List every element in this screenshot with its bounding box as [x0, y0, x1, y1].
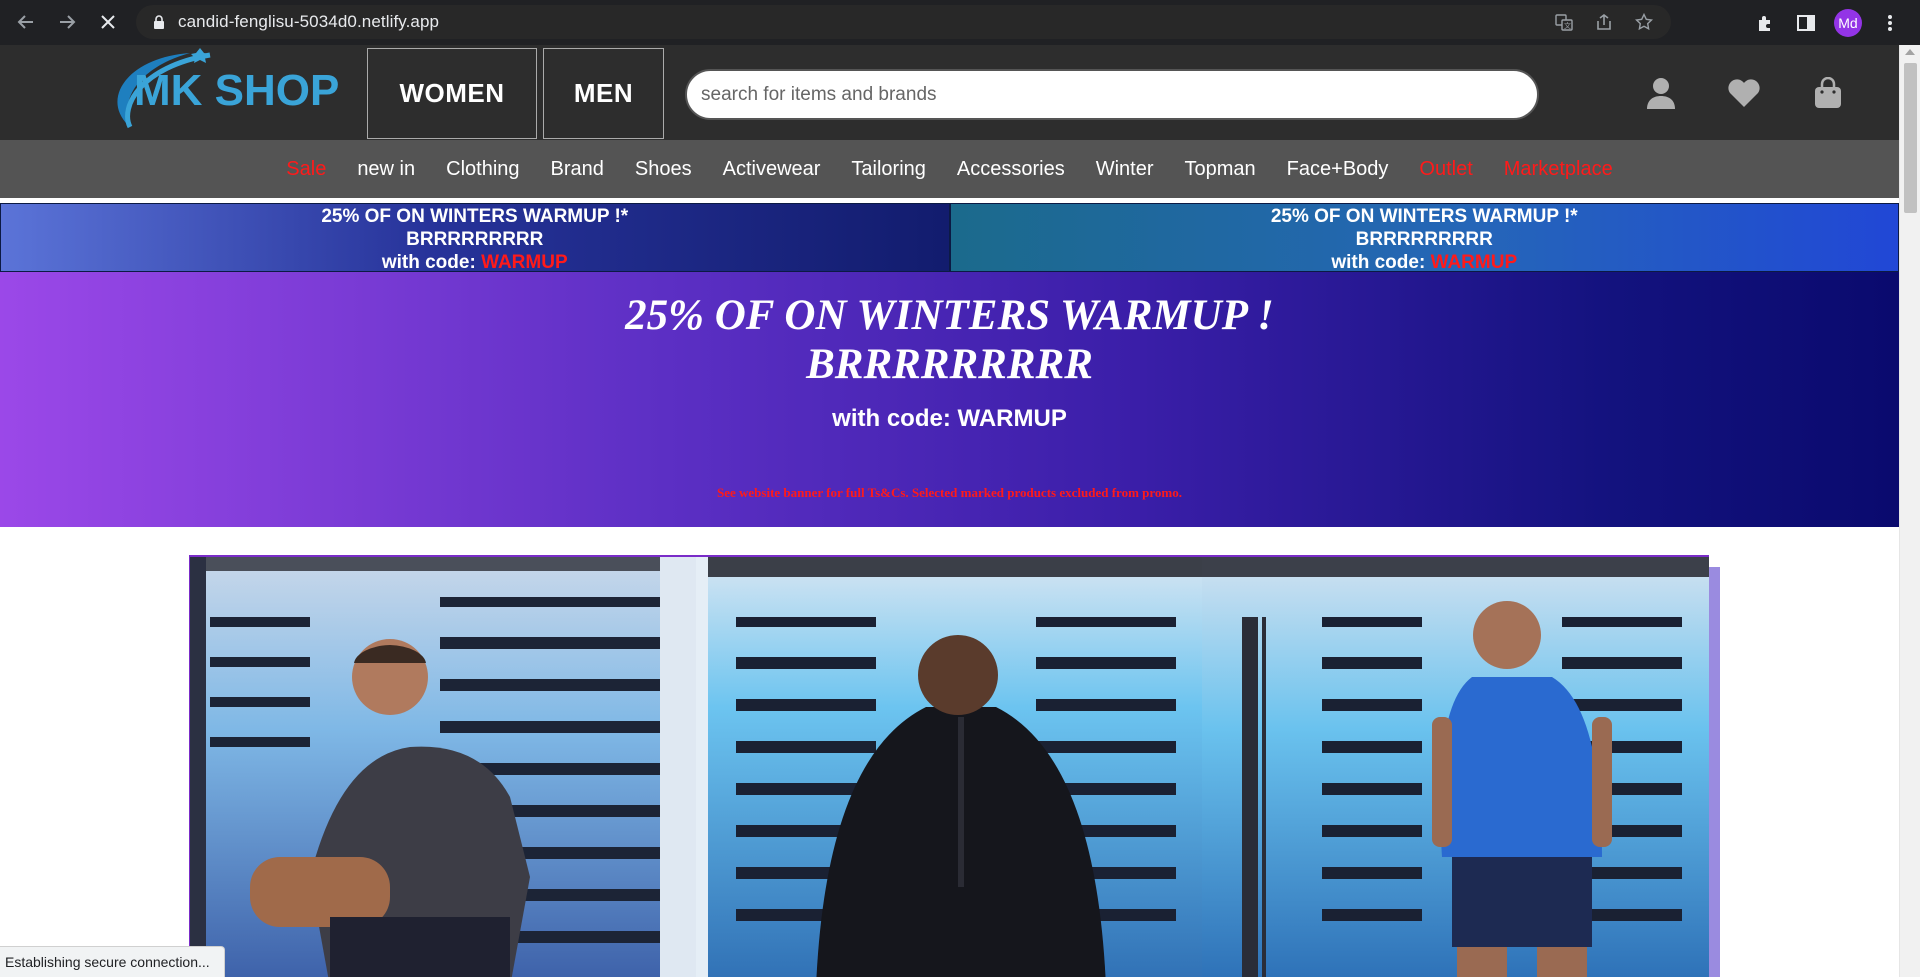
- web-page: MK SHOP WOMEN MEN Sale new in Clothing B…: [0, 45, 1899, 977]
- promo-line1: 25% OF ON WINTERS WARMUP !*: [321, 206, 629, 227]
- nav-item-accessories[interactable]: Accessories: [957, 158, 1065, 181]
- banner-title-line2: BRRRRRRRRR: [806, 341, 1093, 388]
- translate-icon[interactable]: 文: [1553, 11, 1575, 33]
- promo-line2: BRRRRRRRRR: [1355, 229, 1493, 250]
- mk-shop-logo-icon: MK SHOP: [117, 48, 339, 129]
- share-icon[interactable]: [1593, 11, 1615, 33]
- nav-item-marketplace[interactable]: Marketplace: [1504, 158, 1613, 181]
- account-icon[interactable]: [1641, 73, 1681, 113]
- wishlist-heart-icon[interactable]: [1724, 73, 1764, 113]
- page-viewport: MK SHOP WOMEN MEN Sale new in Clothing B…: [0, 45, 1920, 977]
- promo-code: WARMUP: [481, 252, 568, 273]
- nav-item-topman[interactable]: Topman: [1185, 158, 1256, 181]
- nav-item-face-body[interactable]: Face+Body: [1287, 158, 1389, 181]
- lock-icon: [152, 15, 166, 29]
- address-bar[interactable]: candid-fenglisu-5034d0.netlify.app 文: [136, 5, 1671, 39]
- promo-code-line: with code: WARMUP: [951, 251, 1899, 274]
- browser-toolbar: candid-fenglisu-5034d0.netlify.app 文 Md: [0, 0, 1920, 45]
- hero-photo-3: [1202, 557, 1709, 977]
- scroll-up-arrow-icon[interactable]: [1905, 49, 1915, 55]
- nav-item-new-in[interactable]: new in: [357, 158, 415, 181]
- logo-text: MK SHOP: [134, 66, 339, 115]
- side-panel-icon[interactable]: [1794, 11, 1818, 35]
- search-input[interactable]: [685, 69, 1539, 120]
- promo-code: WARMUP: [1430, 252, 1518, 273]
- nav-item-shoes[interactable]: Shoes: [635, 158, 692, 181]
- promo-banner-right[interactable]: 25% OF ON WINTERS WARMUP !* BRRRRRRRRR w…: [949, 203, 1899, 274]
- men-button[interactable]: MEN: [543, 48, 664, 139]
- promo-code-line: with code: WARMUP: [1, 251, 949, 274]
- banner-code-line: with code: WARMUP: [832, 405, 1067, 432]
- back-button[interactable]: [6, 2, 46, 42]
- status-bubble: Establishing secure connection...: [0, 946, 225, 977]
- shopping-bag-icon[interactable]: [1808, 73, 1848, 113]
- nav-item-activewear[interactable]: Activewear: [723, 158, 821, 181]
- profile-avatar[interactable]: Md: [1834, 8, 1862, 37]
- promo-line2: BRRRRRRRRR: [406, 229, 544, 250]
- url-text: candid-fenglisu-5034d0.netlify.app: [178, 12, 440, 31]
- chrome-menu-icon[interactable]: [1878, 11, 1902, 35]
- nav-item-tailoring[interactable]: Tailoring: [851, 158, 925, 181]
- promo-code-prefix: with code:: [1331, 252, 1431, 273]
- hero-image-collage[interactable]: [189, 555, 1709, 977]
- site-header: MK SHOP WOMEN MEN: [0, 45, 1899, 140]
- nav-item-outlet[interactable]: Outlet: [1419, 158, 1472, 181]
- promo-bar: 25% OF ON WINTERS WARMUP !* BRRRRRRRRR w…: [0, 203, 1899, 274]
- nav-item-clothing[interactable]: Clothing: [446, 158, 519, 181]
- site-logo[interactable]: MK SHOP: [100, 47, 350, 139]
- back-arrow-icon: [17, 15, 33, 29]
- hero-photo-2: [695, 557, 1203, 977]
- promo-code-prefix: with code:: [381, 252, 482, 273]
- banner-title: 25% OF ON WINTERS WARMUP ! BRRRRRRRRR: [0, 272, 1899, 389]
- close-icon: [101, 15, 115, 29]
- hero-photo-1: [190, 557, 696, 977]
- category-nav: Sale new in Clothing Brand Shoes Activew…: [0, 140, 1899, 198]
- bookmark-star-icon[interactable]: [1633, 11, 1655, 33]
- banner-terms: See website banner for full Ts&Cs. Selec…: [717, 485, 1182, 500]
- page-scrollbar[interactable]: [1899, 45, 1920, 977]
- nav-item-sale[interactable]: Sale: [286, 158, 326, 181]
- scrollbar-thumb[interactable]: [1904, 63, 1917, 213]
- nav-item-brand[interactable]: Brand: [551, 158, 604, 181]
- banner-title-line1: 25% OF ON WINTERS WARMUP !: [625, 292, 1274, 339]
- hero-promo-banner: 25% OF ON WINTERS WARMUP ! BRRRRRRRRR wi…: [0, 272, 1899, 527]
- promo-banner-left[interactable]: 25% OF ON WINTERS WARMUP !* BRRRRRRRRR w…: [0, 203, 950, 274]
- svg-text:文: 文: [1564, 21, 1571, 30]
- forward-arrow-icon: [60, 15, 76, 29]
- extensions-puzzle-icon[interactable]: [1754, 11, 1778, 35]
- stop-loading-button[interactable]: [88, 2, 128, 42]
- nav-item-winter[interactable]: Winter: [1096, 158, 1154, 181]
- promo-line1: 25% OF ON WINTERS WARMUP !*: [1270, 206, 1578, 227]
- forward-button[interactable]: [47, 2, 87, 42]
- women-button[interactable]: WOMEN: [367, 48, 537, 139]
